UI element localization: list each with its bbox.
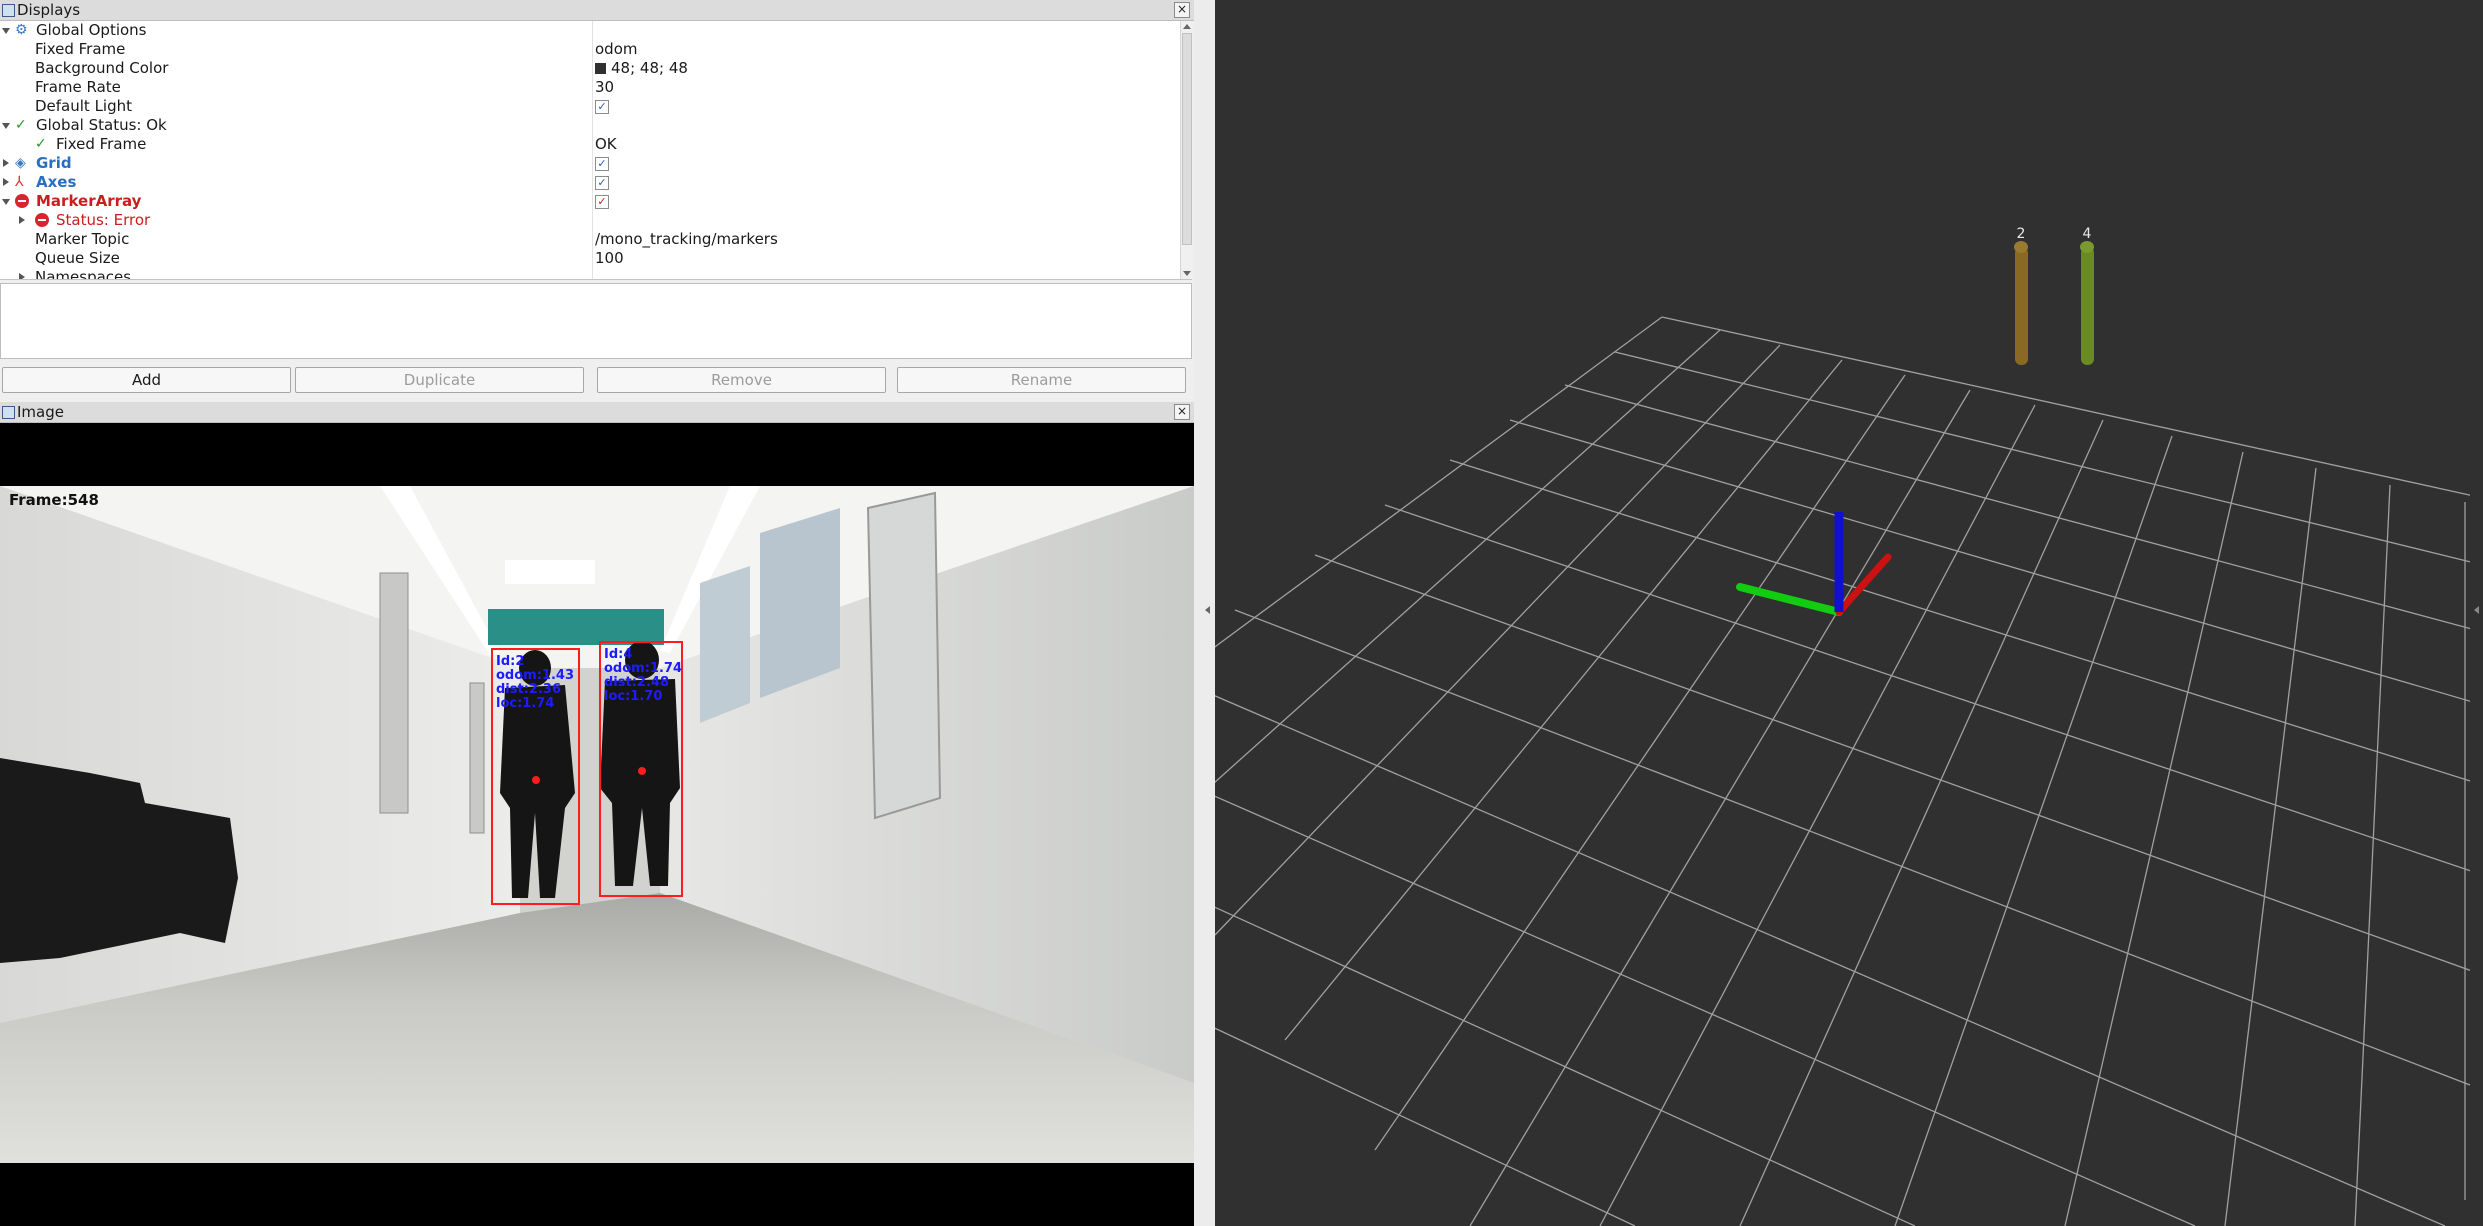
displays-panel-icon — [2, 4, 15, 17]
gear-icon: ⚙ — [15, 22, 28, 38]
tracked-person-marker-2: 2 — [2014, 226, 2028, 365]
camera-image-view: Frame:548 Id:2 odom:1.43 dist:2.36 loc:1… — [0, 423, 1194, 1226]
error-icon — [35, 213, 49, 227]
background-color-text: 48; 48; 48 — [611, 59, 688, 77]
origin-axes — [1736, 512, 1892, 616]
row-label: Background Color — [35, 59, 169, 77]
tree-row-global-options[interactable]: ⚙ Global Options — [0, 21, 1180, 40]
queue-size-value[interactable]: 100 — [595, 249, 624, 268]
display-description-area — [0, 283, 1192, 359]
background-color-value[interactable]: 48; 48; 48 — [595, 59, 688, 78]
row-label: Fixed Frame — [56, 135, 147, 153]
marker-label: 4 — [2083, 226, 2092, 242]
expand-arrow-icon[interactable] — [2, 199, 10, 205]
tree-row-axes[interactable]: ⅄ Axes ✓ — [0, 173, 1180, 192]
displays-panel-title: Displays — [17, 1, 81, 19]
tree-row-marker-array[interactable]: MarkerArray ✓ — [0, 192, 1180, 211]
tree-row-global-status[interactable]: ✓ Global Status: Ok — [0, 116, 1180, 135]
color-swatch — [595, 63, 606, 74]
expand-arrow-icon[interactable] — [3, 178, 9, 186]
track-info-line: odom:1.74 — [604, 661, 682, 676]
tree-row-queue-size[interactable]: Queue Size 100 — [0, 249, 1180, 268]
row-label: Global Options — [36, 21, 147, 39]
default-light-checkbox[interactable]: ✓ — [595, 100, 609, 114]
row-label: Global Status: Ok — [36, 116, 167, 134]
grid-icon: ◈ — [15, 155, 26, 171]
check-icon: ✓ — [15, 117, 27, 133]
tree-row-namespaces[interactable]: Namespaces — [0, 268, 1180, 280]
tree-scrollbar[interactable] — [1180, 21, 1192, 279]
frame-counter-label: Frame:548 — [9, 491, 99, 509]
track-info-line: loc:1.74 — [496, 696, 554, 711]
status-value: OK — [595, 135, 617, 153]
image-panel-icon — [2, 406, 15, 419]
displays-close-button[interactable]: × — [1174, 2, 1190, 18]
track-id-label: Id:4 — [604, 647, 632, 662]
fixed-frame-value[interactable]: odom — [595, 40, 638, 59]
marker-label: 2 — [2017, 226, 2026, 242]
tree-row-status-fixed-frame[interactable]: ✓ Fixed Frame OK — [0, 135, 1180, 154]
row-label: Namespaces — [35, 268, 132, 280]
row-label: Default Light — [35, 97, 133, 115]
rename-button[interactable]: Rename — [897, 367, 1186, 393]
tree-row-frame-rate[interactable]: Frame Rate 30 — [0, 78, 1180, 97]
axes-enabled-checkbox[interactable]: ✓ — [595, 176, 609, 190]
image-panel-title-bar: Image × — [0, 402, 1194, 423]
marker-topic-value[interactable]: /mono_tracking/markers — [595, 230, 778, 249]
tree-row-grid[interactable]: ◈ Grid ✓ — [0, 154, 1180, 173]
tree-row-fixed-frame[interactable]: Fixed Frame odom — [0, 40, 1180, 59]
rviz-3d-viewport[interactable]: 2 4 — [1215, 0, 2483, 1226]
tree-row-default-light[interactable]: Default Light ✓ — [0, 97, 1180, 116]
remove-button[interactable]: Remove — [597, 367, 886, 393]
row-label: MarkerArray — [36, 192, 142, 210]
track-id-label: Id:2 — [496, 654, 524, 669]
expand-arrow-icon[interactable] — [19, 216, 25, 224]
image-panel-title: Image — [17, 403, 64, 421]
track-info-line: dist:2.48 — [604, 675, 669, 690]
grid-scene: 2 4 — [1215, 226, 2483, 1226]
right-panel-splitter[interactable] — [2470, 0, 2483, 1226]
row-label: Queue Size — [35, 249, 120, 267]
ground-grid — [1215, 316, 2483, 1226]
camera-frame: Frame:548 Id:2 odom:1.43 dist:2.36 loc:1… — [0, 486, 1194, 1163]
track-info-line: loc:1.70 — [604, 689, 662, 704]
expand-arrow-icon[interactable] — [3, 159, 9, 167]
scrollbar-thumb[interactable] — [1182, 33, 1192, 245]
add-button[interactable]: Add — [2, 367, 291, 393]
scroll-down-icon[interactable] — [1183, 271, 1191, 276]
track-info-line: dist:2.36 — [496, 682, 561, 697]
expand-arrow-icon[interactable] — [2, 123, 10, 129]
collapse-left-icon[interactable] — [1205, 606, 1210, 614]
check-icon: ✓ — [35, 136, 47, 152]
collapse-right-icon[interactable] — [2474, 606, 2479, 614]
row-label: Frame Rate — [35, 78, 121, 96]
row-label: Marker Topic — [35, 230, 130, 248]
error-icon — [15, 194, 29, 208]
image-close-button[interactable]: × — [1174, 404, 1190, 420]
tree-row-background-color[interactable]: Background Color 48; 48; 48 — [0, 59, 1180, 78]
frame-rate-value[interactable]: 30 — [595, 78, 614, 97]
tree-row-marker-topic[interactable]: Marker Topic /mono_tracking/markers — [0, 230, 1180, 249]
marker-array-enabled-checkbox[interactable]: ✓ — [595, 195, 609, 209]
row-label: Axes — [36, 173, 77, 191]
tree-row-status-error[interactable]: Status: Error — [0, 211, 1180, 230]
scroll-up-icon[interactable] — [1183, 24, 1191, 29]
expand-arrow-icon[interactable] — [19, 273, 25, 279]
panel-splitter[interactable] — [1194, 0, 1215, 1226]
axes-icon: ⅄ — [15, 174, 24, 190]
displays-panel-title-bar: Displays × — [0, 0, 1194, 21]
expand-arrow-icon[interactable] — [2, 28, 10, 34]
grid-enabled-checkbox[interactable]: ✓ — [595, 157, 609, 171]
row-label: Grid — [36, 154, 72, 172]
track-info-line: odom:1.43 — [496, 668, 574, 683]
duplicate-button[interactable]: Duplicate — [295, 367, 584, 393]
row-label: Fixed Frame — [35, 40, 126, 58]
row-label: Status: Error — [56, 211, 151, 229]
displays-tree: ⚙ Global Options Fixed Frame odom Backgr… — [0, 21, 1192, 280]
tracked-person-marker-4: 4 — [2080, 226, 2094, 365]
